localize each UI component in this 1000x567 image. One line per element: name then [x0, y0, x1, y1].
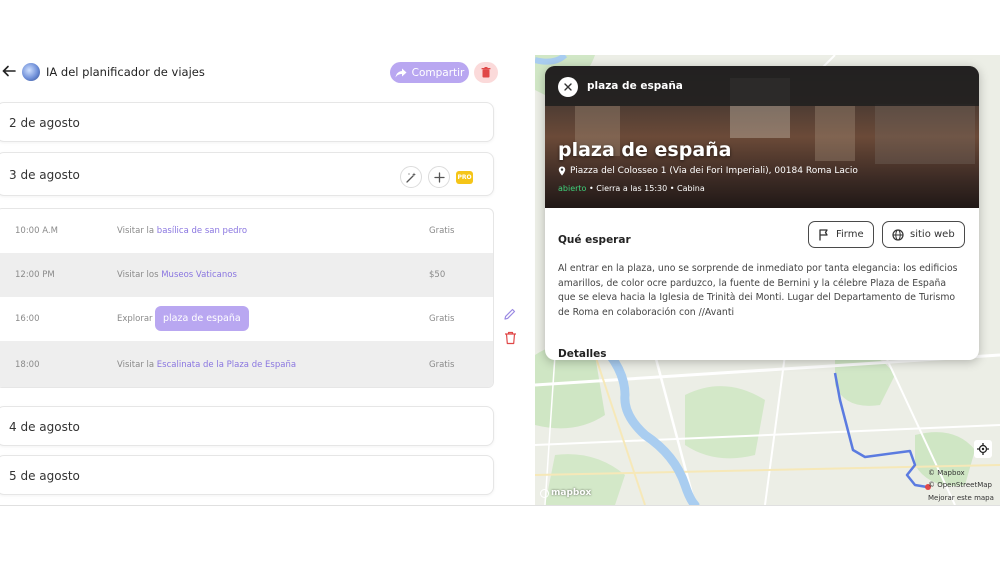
day-title: 4 de agosto: [9, 420, 80, 434]
activity-verb: Visitar la: [117, 226, 155, 236]
activity-text: Visitar los Museos Vaticanos: [117, 270, 237, 280]
place-address: Piazza del Colosseo 1 (Via dei Fori Impe…: [558, 166, 858, 176]
magic-wand-icon: [405, 172, 416, 183]
activity-text: Visitar la basílica de san pedro: [117, 226, 247, 236]
day-title: 3 de agosto: [9, 168, 80, 182]
osm-attribution[interactable]: © OpenStreetMap: [928, 481, 992, 489]
place-title: plaza de españa: [558, 139, 732, 161]
address-text: Piazza del Colosseo 1 (Via dei Fori Impe…: [570, 166, 858, 176]
details-title: Detalles: [558, 348, 607, 360]
activity-price: Gratis: [429, 360, 455, 370]
activity-place-link[interactable]: basílica de san pedro: [157, 226, 247, 236]
delete-trip-button[interactable]: [474, 62, 498, 83]
share-arrow-icon: [395, 68, 407, 77]
day-title: 5 de agosto: [9, 469, 80, 483]
table-row[interactable]: 10:00 A.M Visitar la basílica de san ped…: [0, 209, 493, 253]
mapbox-logo-text: mapbox: [551, 488, 592, 498]
locate-icon: [977, 443, 989, 455]
activity-time: 10:00 A.M: [15, 226, 58, 236]
sign-button[interactable]: Firme: [808, 221, 874, 248]
table-row[interactable]: 18:00 Visitar la Escalinata de la Plaza …: [0, 341, 493, 387]
activity-place-link[interactable]: Escalinata de la Plaza de España: [157, 360, 296, 370]
share-button[interactable]: Compartir: [390, 62, 469, 83]
activity-verb: Visitar la: [117, 360, 155, 370]
day-card-aug-5[interactable]: 5 de agosto: [0, 455, 494, 495]
locate-button[interactable]: [974, 440, 992, 458]
app-title: IA del planificador de viajes: [46, 65, 205, 79]
mapbox-attribution[interactable]: © Mapbox: [928, 469, 965, 477]
table-row[interactable]: 12:00 PM Visitar los Museos Vaticanos $5…: [0, 253, 493, 297]
day-actions: PRO: [400, 166, 473, 188]
table-row[interactable]: 16:00 Explorar plaza de españa Gratis: [0, 297, 493, 341]
activity-verb: Explorar: [117, 314, 153, 324]
mapbox-logo-icon: [540, 488, 549, 498]
place-status: abierto • Cierra a las 15:30 • Cabina: [558, 184, 705, 193]
share-label: Compartir: [411, 66, 465, 79]
popup-header-title: plaza de españa: [587, 80, 683, 92]
hours-text: • Cierra a las 15:30 • Cabina: [586, 184, 705, 193]
activity-place-chip[interactable]: plaza de españa: [155, 306, 249, 331]
website-button[interactable]: sitio web: [882, 221, 965, 248]
bottom-divider: [0, 505, 1000, 506]
place-description: Al entrar en la plaza, uno se sorprende …: [558, 263, 958, 319]
arrow-left-icon[interactable]: [2, 64, 16, 78]
improve-map-link[interactable]: Mejorar este mapa: [928, 494, 994, 502]
hero-building-shape: [815, 106, 855, 161]
itinerary-panel: IA del planificador de viajes Compartir …: [0, 55, 530, 505]
plus-icon: [433, 171, 445, 183]
globe-icon: [892, 228, 904, 241]
flag-icon: [819, 228, 828, 240]
schedule-table: 10:00 A.M Visitar la basílica de san ped…: [0, 208, 494, 388]
top-bar: IA del planificador de viajes Compartir: [0, 55, 510, 93]
close-icon: [564, 83, 572, 91]
what-to-expect-title: Qué esperar: [558, 234, 631, 246]
activity-price: Gratis: [429, 314, 455, 324]
hero-crowd-shape: [875, 104, 975, 164]
activity-time: 12:00 PM: [15, 270, 55, 280]
website-label: sitio web: [910, 229, 955, 240]
day-title: 2 de agosto: [9, 116, 80, 130]
activity-text: Explorar: [117, 314, 153, 324]
map-pin-icon: [558, 166, 566, 176]
activity-price: Gratis: [429, 226, 455, 236]
pencil-icon[interactable]: [503, 307, 517, 321]
day-card-aug-2[interactable]: 2 de agosto: [0, 102, 494, 142]
place-popup: plaza de españa plaza de españa Piazza d…: [545, 66, 979, 360]
activity-price: $50: [429, 270, 446, 280]
sign-label: Firme: [836, 229, 864, 240]
day-card-aug-4[interactable]: 4 de agosto: [0, 406, 494, 446]
open-status: abierto: [558, 184, 587, 193]
trash-icon: [481, 67, 491, 78]
trash-icon[interactable]: [504, 331, 517, 345]
activity-place-link[interactable]: Museos Vaticanos: [161, 270, 237, 280]
day-card-aug-3[interactable]: 3 de agosto PRO: [0, 152, 494, 196]
pro-badge: PRO: [456, 170, 473, 184]
activity-time: 18:00: [15, 360, 40, 370]
mapbox-logo: mapbox: [540, 488, 591, 498]
activity-text: Visitar la Escalinata de la Plaza de Esp…: [117, 360, 296, 370]
close-popup-button[interactable]: [558, 77, 578, 97]
ai-generate-button[interactable]: [400, 166, 422, 188]
add-activity-button[interactable]: [428, 166, 450, 188]
place-hero-image: plaza de españa plaza de españa Piazza d…: [545, 66, 979, 208]
activity-time: 16:00: [15, 314, 40, 324]
activity-verb: Visitar los: [117, 270, 159, 280]
app-logo: [22, 63, 40, 81]
